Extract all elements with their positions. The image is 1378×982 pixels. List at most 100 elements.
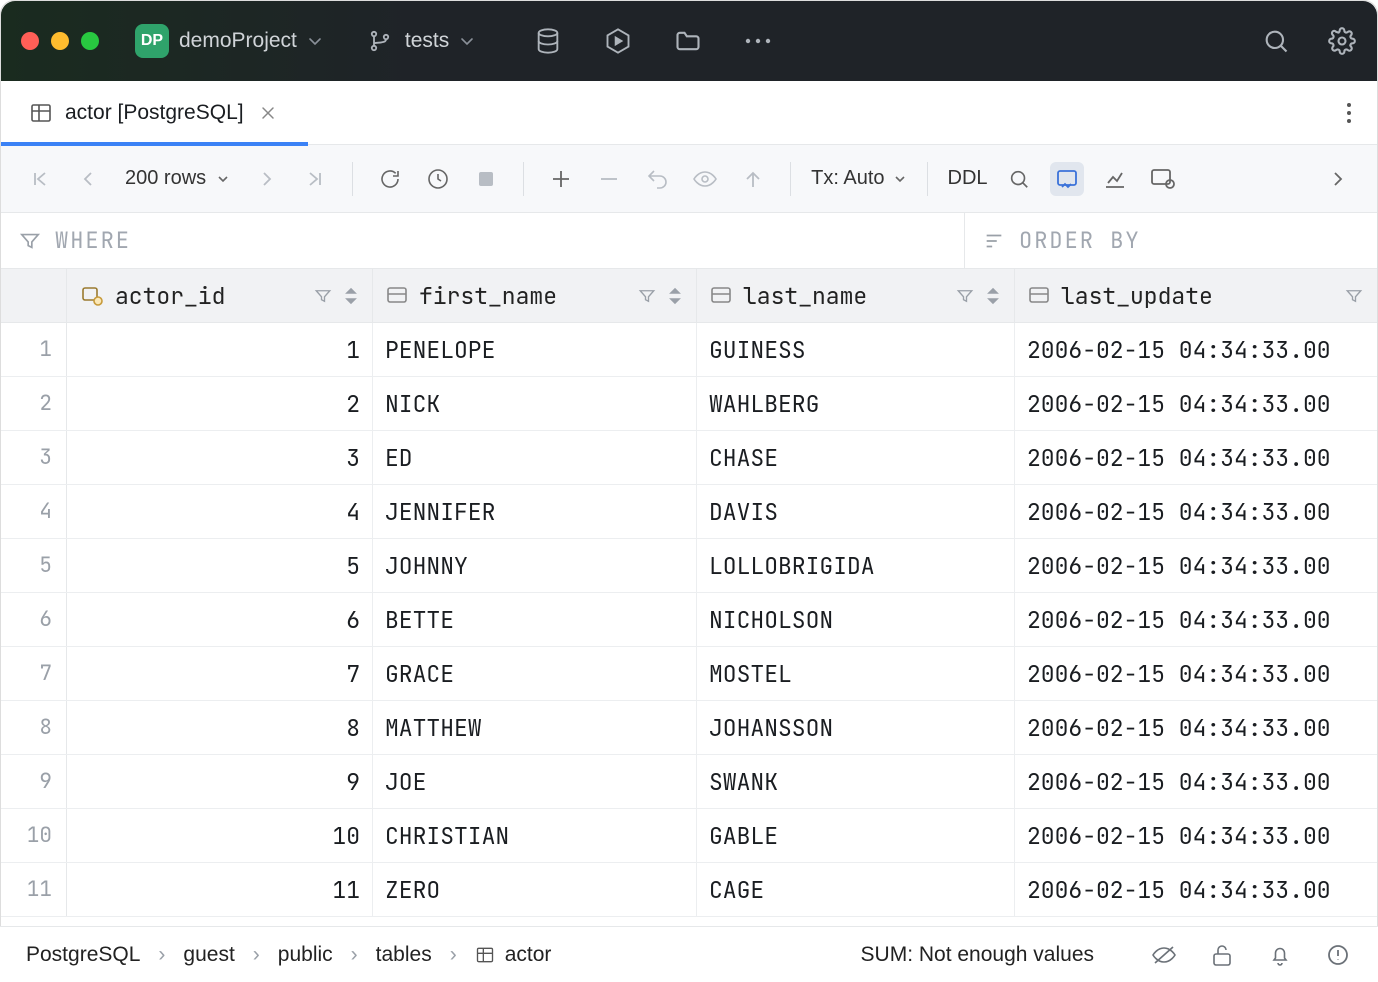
vcs-branch-switcher[interactable]: tests	[365, 26, 475, 56]
filter-button[interactable]	[1050, 162, 1084, 196]
cell-first-name[interactable]: ED	[373, 431, 697, 484]
submit-button[interactable]	[736, 162, 770, 196]
cell-last-update[interactable]: 2006-02-15 04:34:33.00	[1015, 647, 1377, 700]
filter-icon[interactable]	[638, 287, 656, 305]
table-row[interactable]: 44JENNIFERDAVIS2006-02-15 04:34:33.00	[1, 485, 1377, 539]
view-settings-button[interactable]	[1146, 162, 1180, 196]
table-row[interactable]: 77GRACEMOSTEL2006-02-15 04:34:33.00	[1, 647, 1377, 701]
cell-actor-id[interactable]: 5	[67, 539, 373, 592]
minimize-window-button[interactable]	[51, 32, 69, 50]
cell-last-update[interactable]: 2006-02-15 04:34:33.00	[1015, 539, 1377, 592]
search-icon[interactable]	[1261, 26, 1291, 56]
cell-first-name[interactable]: JENNIFER	[373, 485, 697, 538]
cell-actor-id[interactable]: 3	[67, 431, 373, 484]
cell-last-name[interactable]: DAVIS	[697, 485, 1015, 538]
cell-actor-id[interactable]: 6	[67, 593, 373, 646]
project-switcher[interactable]: DP demoProject	[135, 24, 323, 58]
cell-last-name[interactable]: NICHOLSON	[697, 593, 1015, 646]
chart-button[interactable]	[1098, 162, 1132, 196]
folder-icon[interactable]	[673, 26, 703, 56]
expand-toolbar-button[interactable]	[1321, 162, 1355, 196]
cell-actor-id[interactable]: 2	[67, 377, 373, 430]
cell-last-update[interactable]: 2006-02-15 04:34:33.00	[1015, 323, 1377, 376]
column-header-last-name[interactable]: last_name	[697, 269, 1015, 322]
find-button[interactable]	[1002, 162, 1036, 196]
table-row[interactable]: 55JOHNNYLOLLOBRIGIDA2006-02-15 04:34:33.…	[1, 539, 1377, 593]
column-header-actor-id[interactable]: actor_id	[67, 269, 373, 322]
cell-actor-id[interactable]: 9	[67, 755, 373, 808]
table-row[interactable]: 1111ZEROCAGE2006-02-15 04:34:33.00	[1, 863, 1377, 917]
cell-last-update[interactable]: 2006-02-15 04:34:33.00	[1015, 701, 1377, 754]
cell-last-update[interactable]: 2006-02-15 04:34:33.00	[1015, 755, 1377, 808]
table-row[interactable]: 33EDCHASE2006-02-15 04:34:33.00	[1, 431, 1377, 485]
cell-last-update[interactable]: 2006-02-15 04:34:33.00	[1015, 863, 1377, 916]
cell-first-name[interactable]: ZERO	[373, 863, 697, 916]
visibility-off-icon[interactable]	[1150, 941, 1178, 969]
cell-first-name[interactable]: JOHNNY	[373, 539, 697, 592]
history-button[interactable]	[421, 162, 455, 196]
preview-changes-button[interactable]	[688, 162, 722, 196]
sort-icon[interactable]	[986, 287, 1000, 305]
reload-button[interactable]	[373, 162, 407, 196]
cell-first-name[interactable]: GRACE	[373, 647, 697, 700]
revert-button[interactable]	[640, 162, 674, 196]
cell-first-name[interactable]: MATTHEW	[373, 701, 697, 754]
cell-last-name[interactable]: SWANK	[697, 755, 1015, 808]
ddl-button[interactable]: DDL	[948, 167, 988, 190]
filter-icon[interactable]	[314, 287, 332, 305]
cell-last-name[interactable]: GUINESS	[697, 323, 1015, 376]
maximize-window-button[interactable]	[81, 32, 99, 50]
filter-icon[interactable]	[1345, 287, 1363, 305]
cell-last-name[interactable]: GABLE	[697, 809, 1015, 862]
cell-actor-id[interactable]: 10	[67, 809, 373, 862]
cell-first-name[interactable]: JOE	[373, 755, 697, 808]
cell-first-name[interactable]: CHRISTIAN	[373, 809, 697, 862]
run-icon[interactable]	[603, 26, 633, 56]
next-page-button[interactable]	[250, 162, 284, 196]
cell-actor-id[interactable]: 4	[67, 485, 373, 538]
cell-last-name[interactable]: MOSTEL	[697, 647, 1015, 700]
transaction-mode-dropdown[interactable]: Tx: Auto	[811, 167, 906, 190]
cell-last-name[interactable]: WAHLBERG	[697, 377, 1015, 430]
cell-actor-id[interactable]: 7	[67, 647, 373, 700]
table-row[interactable]: 99JOESWANK2006-02-15 04:34:33.00	[1, 755, 1377, 809]
table-row[interactable]: 22NICKWAHLBERG2006-02-15 04:34:33.00	[1, 377, 1377, 431]
cell-last-update[interactable]: 2006-02-15 04:34:33.00	[1015, 377, 1377, 430]
problems-icon[interactable]	[1324, 941, 1352, 969]
cell-last-name[interactable]: LOLLOBRIGIDA	[697, 539, 1015, 592]
database-icon[interactable]	[533, 26, 563, 56]
cell-actor-id[interactable]: 1	[67, 323, 373, 376]
last-page-button[interactable]	[298, 162, 332, 196]
tab-options-button[interactable]	[1321, 81, 1377, 144]
cell-first-name[interactable]: PENELOPE	[373, 323, 697, 376]
where-clause-input[interactable]: WHERE	[1, 213, 965, 268]
table-row[interactable]: 88MATTHEWJOHANSSON2006-02-15 04:34:33.00	[1, 701, 1377, 755]
notifications-icon[interactable]	[1266, 941, 1294, 969]
cell-actor-id[interactable]: 8	[67, 701, 373, 754]
settings-gear-icon[interactable]	[1327, 26, 1357, 56]
column-header-first-name[interactable]: first_name	[373, 269, 697, 322]
prev-page-button[interactable]	[71, 162, 105, 196]
order-by-input[interactable]: ORDER BY	[965, 226, 1377, 255]
cell-first-name[interactable]: BETTE	[373, 593, 697, 646]
cell-last-name[interactable]: JOHANSSON	[697, 701, 1015, 754]
cell-last-update[interactable]: 2006-02-15 04:34:33.00	[1015, 485, 1377, 538]
cell-last-update[interactable]: 2006-02-15 04:34:33.00	[1015, 593, 1377, 646]
more-icon[interactable]	[743, 26, 773, 56]
cell-last-update[interactable]: 2006-02-15 04:34:33.00	[1015, 431, 1377, 484]
table-row[interactable]: 11PENELOPEGUINESS2006-02-15 04:34:33.00	[1, 323, 1377, 377]
filter-icon[interactable]	[956, 287, 974, 305]
cell-last-update[interactable]: 2006-02-15 04:34:33.00	[1015, 809, 1377, 862]
table-row[interactable]: 1010CHRISTIANGABLE2006-02-15 04:34:33.00	[1, 809, 1377, 863]
table-row[interactable]: 66BETTENICHOLSON2006-02-15 04:34:33.00	[1, 593, 1377, 647]
stop-button[interactable]	[469, 162, 503, 196]
tab-actor[interactable]: actor [PostgreSQL]	[1, 81, 308, 144]
breadcrumb[interactable]: PostgreSQL › guest › public › tables › a…	[26, 943, 551, 967]
cell-first-name[interactable]: NICK	[373, 377, 697, 430]
sort-icon[interactable]	[344, 287, 358, 305]
sort-icon[interactable]	[668, 287, 682, 305]
delete-row-button[interactable]	[592, 162, 626, 196]
cell-actor-id[interactable]: 11	[67, 863, 373, 916]
row-count-dropdown[interactable]: 200 rows	[125, 167, 230, 190]
first-page-button[interactable]	[23, 162, 57, 196]
